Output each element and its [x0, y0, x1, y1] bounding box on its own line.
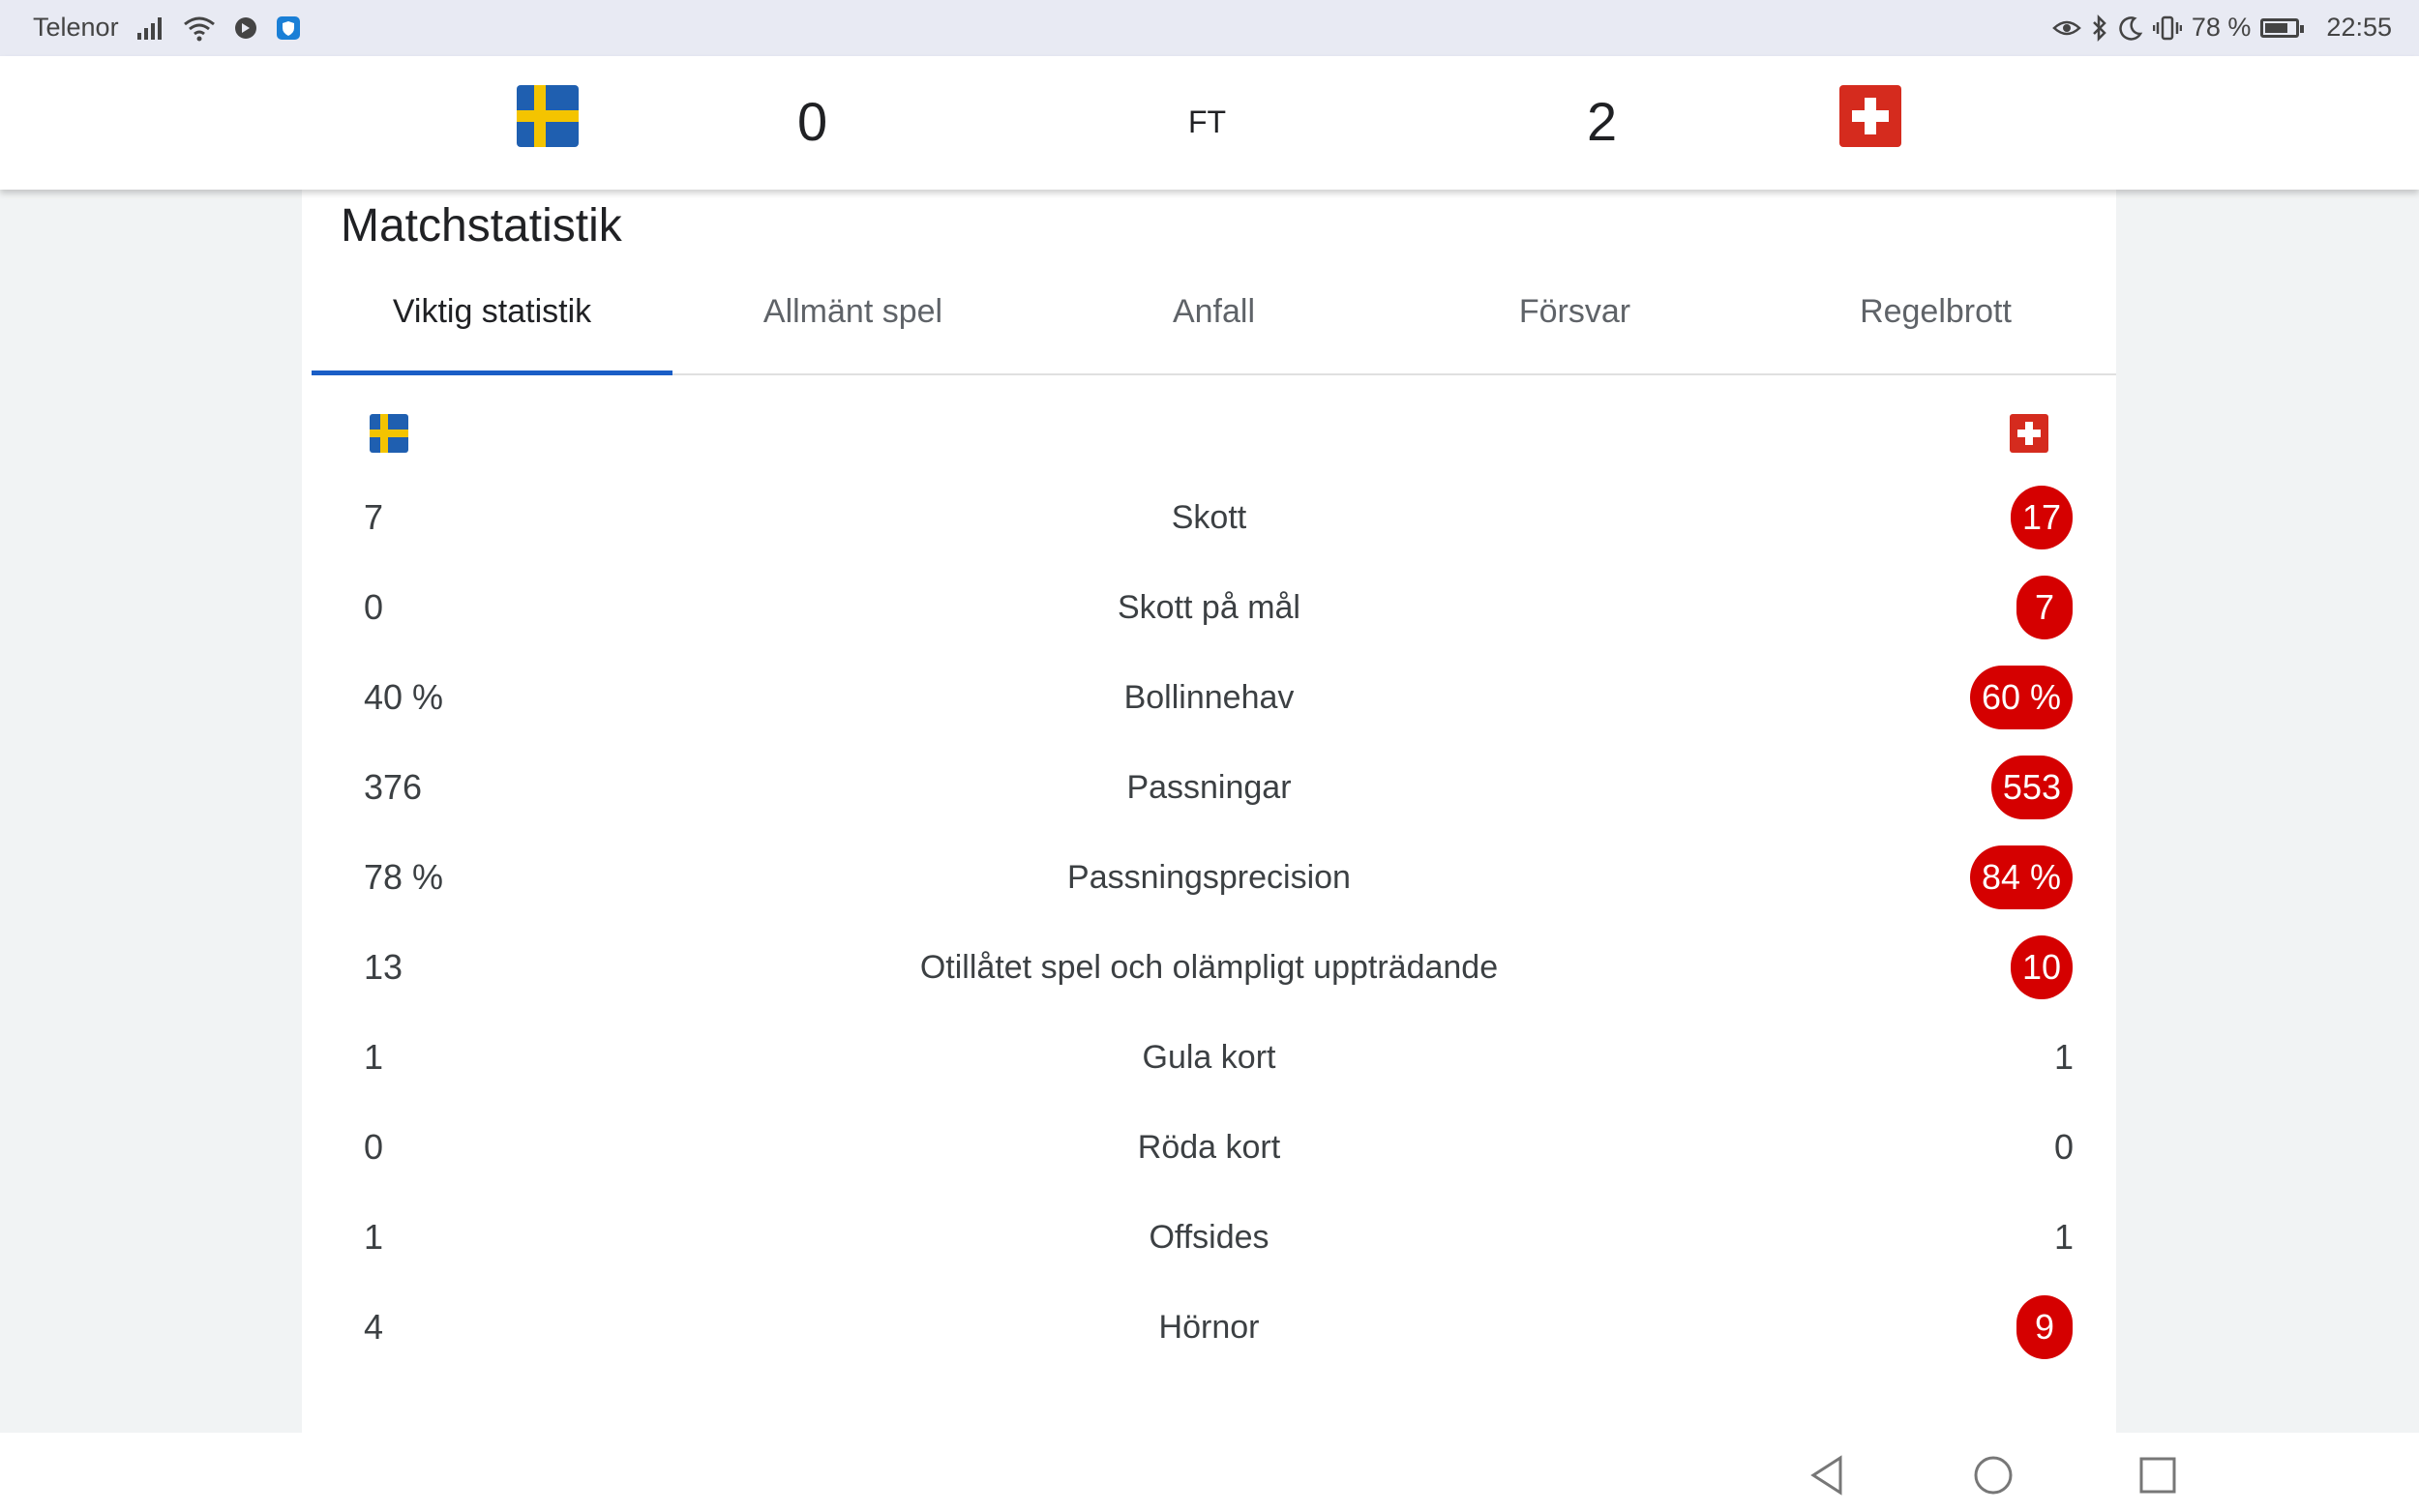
moon-icon	[2118, 14, 2143, 43]
stat-label: Otillåtet spel och olämpligt uppträdande	[919, 949, 1499, 986]
away-stat-highlight-badge: 17	[2010, 486, 2073, 549]
tab-anfall[interactable]: Anfall	[1033, 277, 1394, 373]
clock: 22:55	[2326, 13, 2392, 42]
cast-icon	[233, 14, 258, 43]
away-stat-highlight-badge: 60 %	[1969, 666, 2073, 729]
sweden-flag-icon[interactable]	[517, 85, 579, 147]
stat-label: Offsides	[1149, 1219, 1269, 1256]
tab-viktig-statistik[interactable]: Viktig statistik	[312, 277, 672, 375]
recents-icon[interactable]	[2129, 1446, 2187, 1504]
stat-row: 78 % Passningsprecision 84 %	[302, 840, 2116, 917]
status-bar: Telenor 78 % 22:55	[0, 0, 2419, 56]
stats-tabs: Viktig statistik Allmänt spel Anfall För…	[312, 277, 2116, 375]
stat-row: 1 Offsides 1	[302, 1200, 2116, 1277]
stat-label: Röda kort	[1137, 1129, 1281, 1166]
away-stat-highlight-badge: 10	[2010, 935, 2073, 999]
active-tab-indicator	[312, 371, 672, 375]
stat-row: 7 Skott 17	[302, 480, 2116, 557]
stat-row: 40 % Bollinnehav 60 %	[302, 660, 2116, 737]
battery-percentage: 78 %	[2191, 13, 2252, 42]
stat-row: 0 Skott på mål 7	[302, 570, 2116, 647]
sweden-flag-icon	[370, 414, 408, 453]
vibrate-icon	[2152, 14, 2182, 43]
match-stats-card: Matchstatistik Viktig statistik Allmänt …	[302, 190, 2116, 1433]
away-stat-value: 1	[2053, 1217, 2074, 1257]
back-icon[interactable]	[1800, 1446, 1858, 1504]
bluetooth-icon	[2091, 14, 2108, 43]
app-shield-icon	[276, 14, 301, 43]
stat-row: 1 Gula kort 1	[302, 1020, 2116, 1097]
score-header: 0 FT 2	[0, 56, 2419, 190]
navigation-bar	[0, 1433, 2419, 1512]
tab-forsvar[interactable]: Försvar	[1394, 277, 1755, 373]
away-stat-highlight-badge: 7	[2016, 576, 2073, 639]
away-stat-value: 0	[2053, 1127, 2074, 1167]
stat-label: Gula kort	[1142, 1039, 1276, 1076]
away-stat-highlight-badge: 553	[1990, 756, 2073, 819]
stat-row: 4 Hörnor 9	[302, 1290, 2116, 1367]
switzerland-flag-icon[interactable]	[1839, 85, 1901, 147]
stat-row: 13 Otillåtet spel och olämpligt uppträdan…	[302, 930, 2116, 1007]
stat-row: 376 Passningar 553	[302, 750, 2116, 827]
stat-label: Hörnor	[1158, 1309, 1260, 1346]
tab-label: Försvar	[1518, 293, 1631, 330]
home-score: 0	[797, 91, 828, 152]
tab-label: Anfall	[1172, 293, 1256, 330]
carrier-label: Telenor	[33, 13, 119, 42]
stat-label: Passningar	[1126, 769, 1292, 806]
tab-label: Viktig statistik	[392, 293, 592, 330]
stat-label: Skott på mål	[1118, 589, 1300, 626]
stat-row: 0 Röda kort 0	[302, 1110, 2116, 1187]
section-title: Matchstatistik	[341, 200, 622, 252]
stat-label: Skott	[1171, 499, 1247, 536]
eye-icon	[2052, 14, 2081, 43]
away-stat-highlight-badge: 9	[2016, 1295, 2073, 1359]
wifi-icon	[183, 14, 216, 43]
away-stat-highlight-badge: 84 %	[1969, 845, 2073, 909]
stat-label: Bollinnehav	[1123, 679, 1295, 716]
tab-allmant-spel[interactable]: Allmänt spel	[672, 277, 1033, 373]
home-icon[interactable]	[1964, 1446, 2022, 1504]
tab-label: Regelbrott	[1860, 293, 2012, 330]
away-score: 2	[1587, 91, 1618, 152]
match-status: FT	[1188, 104, 1227, 139]
tab-regelbrott[interactable]: Regelbrott	[1755, 277, 2116, 373]
switzerland-flag-icon	[2010, 414, 2048, 453]
signal-icon	[136, 14, 165, 43]
stat-label: Passningsprecision	[1067, 859, 1351, 896]
tab-label: Allmänt spel	[762, 293, 943, 330]
battery-icon	[2260, 17, 2305, 38]
away-stat-value: 1	[2053, 1037, 2074, 1077]
